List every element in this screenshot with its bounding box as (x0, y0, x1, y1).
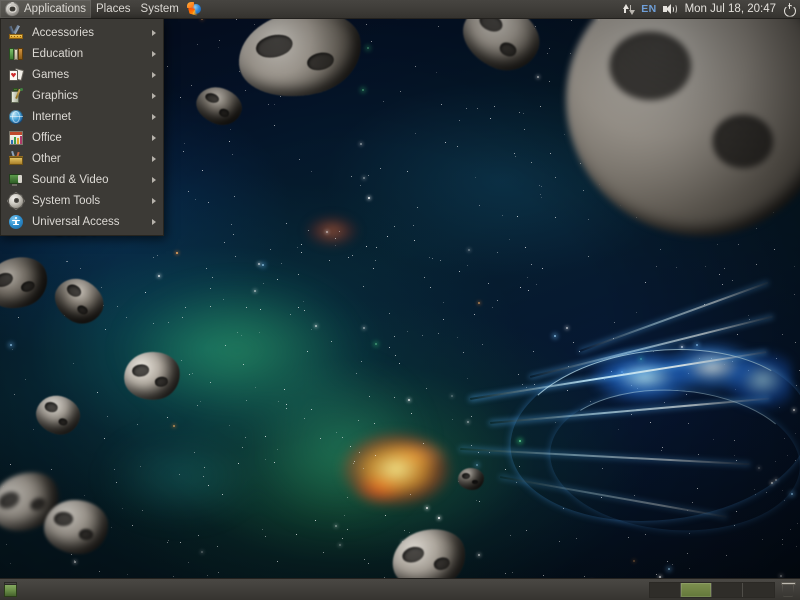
system-menu-button[interactable]: System (136, 0, 184, 18)
workspace-3[interactable] (712, 582, 743, 597)
internet-icon (8, 109, 24, 125)
menu-item-label: Sound & Video (32, 173, 109, 186)
menu-item-label: System Tools (32, 194, 101, 207)
system-tools-icon (8, 193, 24, 209)
clock[interactable]: Mon Jul 18, 20:47 (683, 3, 778, 15)
chevron-right-icon (152, 155, 156, 162)
show-desktop-icon[interactable] (1, 580, 21, 600)
menu-item-sound-and-video[interactable]: Sound & Video (1, 169, 163, 190)
firefox-icon (186, 1, 203, 17)
menu-item-label: Accessories (32, 26, 94, 39)
games-icon (8, 67, 25, 83)
menu-item-internet[interactable]: Internet (1, 106, 163, 127)
menu-item-label: Other (32, 152, 61, 165)
system-tray: EN Mon Jul 18, 20:47 (622, 0, 800, 18)
menu-item-system-tools[interactable]: System Tools (1, 190, 163, 211)
trash-icon[interactable] (778, 580, 798, 600)
places-menu-label: Places (96, 3, 131, 15)
places-menu-button[interactable]: Places (91, 0, 136, 18)
menu-item-other[interactable]: Other (1, 148, 163, 169)
menu-item-universal-access[interactable]: Universal Access (1, 211, 163, 232)
chevron-right-icon (152, 134, 156, 141)
menu-item-label: Internet (32, 110, 71, 123)
chevron-right-icon (152, 71, 156, 78)
chevron-right-icon (152, 176, 156, 183)
volume-icon[interactable] (663, 3, 678, 16)
chevron-right-icon (152, 218, 156, 225)
network-updown-icon[interactable] (622, 3, 635, 16)
menu-item-label: Games (32, 68, 70, 81)
applications-menu-button[interactable]: Applications (0, 0, 92, 18)
workspace-2[interactable] (681, 582, 712, 597)
menu-item-graphics[interactable]: Graphics (1, 85, 163, 106)
system-menu-label: System (140, 3, 179, 15)
keyboard-layout-indicator[interactable]: EN (640, 3, 657, 15)
menu-item-label: Education (32, 47, 84, 60)
chevron-right-icon (152, 113, 156, 120)
chevron-right-icon (152, 197, 156, 204)
power-icon[interactable] (783, 3, 796, 16)
menu-item-education[interactable]: Education (1, 43, 163, 64)
bottom-panel (0, 578, 800, 600)
chevron-right-icon (152, 29, 156, 36)
sound-video-icon (8, 172, 24, 188)
office-icon (8, 130, 24, 146)
top-panel: Applications Places System EN Mon Jul 18… (0, 0, 800, 19)
window-list[interactable] (21, 579, 649, 600)
universal-access-icon (8, 214, 24, 230)
workspace-1[interactable] (650, 582, 681, 597)
firefox-launcher[interactable] (184, 0, 207, 18)
chevron-right-icon (152, 50, 156, 57)
top-panel-left-group: Applications Places System (0, 0, 207, 18)
menu-item-games[interactable]: Games (1, 64, 163, 85)
menu-item-label: Graphics (32, 89, 79, 102)
mate-logo-icon (5, 1, 20, 17)
menu-item-label: Office (32, 131, 62, 144)
education-icon (8, 46, 24, 62)
applications-menu-popup: Accessories Education Games Graphics Int… (0, 19, 164, 236)
other-icon (8, 150, 24, 167)
accessories-icon (8, 24, 24, 41)
menu-item-office[interactable]: Office (1, 127, 163, 148)
menu-item-label: Universal Access (32, 215, 120, 228)
workspace-4[interactable] (743, 583, 774, 597)
graphics-icon (8, 87, 24, 104)
chevron-right-icon (152, 92, 156, 99)
workspace-switcher[interactable] (649, 581, 775, 598)
menu-item-accessories[interactable]: Accessories (1, 22, 163, 43)
applications-menu-label: Applications (24, 3, 87, 15)
